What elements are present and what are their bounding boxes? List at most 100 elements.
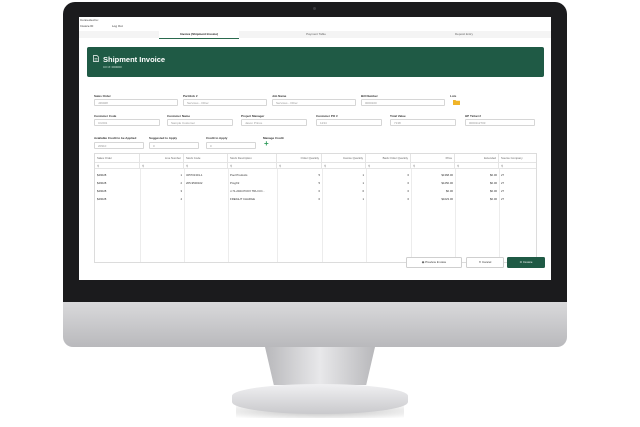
monitor-stand-neck — [265, 347, 375, 385]
part-job-input[interactable]: Services - Other — [183, 99, 267, 106]
cell-line-number: 3 — [180, 189, 182, 193]
suggested-apply-input[interactable]: 0 — [149, 142, 199, 149]
cell-order-quantity: 0 — [318, 189, 320, 193]
logout-link[interactable]: Log Out — [112, 24, 123, 28]
col-header-source-company[interactable]: Source Company — [499, 154, 536, 162]
search-icon: ⚲ — [279, 164, 282, 168]
cell-line-number: 1 — [180, 173, 182, 177]
job-name-label: Job Name — [272, 94, 287, 98]
total-value-input[interactable]: 7138 — [390, 119, 456, 126]
cell-extended: $0.00 — [490, 189, 497, 193]
hp-ticket-label: HP Ticket # — [465, 114, 482, 118]
project-manager-input[interactable]: Jason Prince — [241, 119, 307, 126]
app-screen: Connected to: Invoice ID Log Out Invoice… — [79, 17, 551, 280]
cell-invoice-quantity: 1 — [362, 173, 364, 177]
customer-po-label: Customer PO # — [316, 114, 338, 118]
col-header-invoice-quantity[interactable]: Invoice Quantity — [322, 154, 366, 162]
available-credit-label: Available Credit to be Applied — [94, 136, 137, 140]
cancel-button[interactable]: ✕ Cancel — [466, 257, 504, 268]
sales-order-input[interactable]: J49028 — [94, 99, 178, 106]
col-header-back-order-quantity[interactable]: Back Order Quantity — [366, 154, 411, 162]
cell-back-order-quantity: 0 — [407, 197, 409, 201]
filter-invoice-quantity[interactable]: ⚲ — [322, 162, 366, 169]
document-icon — [93, 55, 99, 62]
search-icon: ⚲ — [457, 164, 460, 168]
tab-invoice[interactable]: Invoice (Shipment Invoice) — [159, 31, 239, 39]
col-header-stock-description[interactable]: Stock Description — [228, 154, 277, 162]
filter-extended[interactable]: ⚲ — [455, 162, 499, 169]
preview-invoice-button[interactable]: ◉ Preview Invoice — [406, 257, 462, 268]
cell-back-order-quantity: 0 — [407, 173, 409, 177]
tab-payment-table[interactable]: Payment Table — [276, 31, 356, 38]
cell-stock-code: 325701301-1 — [186, 173, 203, 177]
cell-invoice-quantity: 1 — [362, 197, 364, 201]
search-icon: ⚲ — [97, 164, 100, 168]
cell-stock-description: FREIGHT CHARGE — [230, 197, 255, 201]
filter-sales-order[interactable]: ⚲ — [95, 162, 140, 169]
col-header-stock-code[interactable]: Stock Code — [184, 154, 228, 162]
cell-source-company: 27 — [501, 181, 505, 185]
search-icon: ⚲ — [230, 164, 233, 168]
filter-source-company[interactable]: ⚲ — [499, 162, 536, 169]
credit-apply-label: Credit to Apply — [206, 136, 228, 140]
cell-stock-description: ProgX2 — [230, 181, 240, 185]
cell-price: $1250.00 — [441, 181, 453, 185]
cell-sales-order: $49028 — [97, 189, 107, 193]
col-header-price[interactable]: Price — [411, 154, 455, 162]
cell-back-order-quantity: 0 — [407, 181, 409, 185]
cell-back-order-quantity: 0 — [407, 189, 409, 193]
hp-ticket-input[interactable]: 0000112703 — [465, 119, 535, 126]
cell-sales-order: $49028 — [97, 197, 107, 201]
credit-apply-input[interactable]: 0 — [206, 142, 256, 149]
cell-extended: $0.00 — [490, 181, 497, 185]
user-label: Invoice ID — [80, 24, 94, 28]
col-header-sales-order[interactable]: Sales Order — [95, 154, 140, 162]
project-manager-label: Project Manager — [241, 114, 265, 118]
search-icon: ⚲ — [501, 164, 504, 168]
customer-code-input[interactable]: CU001 — [94, 119, 160, 126]
filter-stock-code[interactable]: ⚲ — [184, 162, 228, 169]
invoice-button[interactable]: ⊙ Invoice — [507, 257, 545, 268]
search-icon: ⚲ — [186, 164, 189, 168]
job-name-input[interactable]: Services - Other — [272, 99, 356, 106]
cell-line-number: 2 — [180, 181, 182, 185]
available-credit-input[interactable]: 20910 — [94, 142, 144, 149]
filter-price[interactable]: ⚲ — [411, 162, 455, 169]
cell-sales-order: $49028 — [97, 181, 107, 185]
filter-stock-description[interactable]: ⚲ — [228, 162, 277, 169]
folder-icon[interactable] — [453, 99, 460, 105]
col-header-line-number[interactable]: Line Number — [140, 154, 184, 162]
camera-icon — [313, 7, 316, 10]
col-header-extended[interactable]: Extended — [455, 154, 499, 162]
cell-extended: $0.00 — [490, 197, 497, 201]
filter-back-order-quantity[interactable]: ⚲ — [366, 162, 411, 169]
customer-code-label: Customer Code — [94, 114, 117, 118]
cell-stock-code: 205-9500102 — [186, 181, 203, 185]
page-title: Shipment Invoice — [103, 55, 166, 64]
cancel-label: Cancel — [482, 260, 492, 264]
cell-order-quantity: 0 — [318, 197, 320, 201]
tab-deposit-entry[interactable]: Deposit Entry — [424, 31, 504, 38]
cell-source-company: 27 — [501, 197, 505, 201]
customer-po-input[interactable]: 1234 — [316, 119, 382, 126]
cell-price: $0.00 — [446, 189, 453, 193]
page-subtitle: CO #: 000000 — [103, 65, 122, 69]
invoice-label: Invoice — [522, 260, 533, 264]
filter-order-quantity[interactable]: ⚲ — [277, 162, 322, 169]
customer-name-label: Customer Name — [167, 114, 191, 118]
bill-number-input[interactable]: 0000100 — [361, 99, 445, 106]
search-icon: ⚲ — [368, 164, 371, 168]
col-header-order-quantity[interactable]: Order Quantity — [277, 154, 322, 162]
part-job-label: Part/Job # — [183, 94, 198, 98]
top-bar: Connected to: Invoice ID Log Out — [79, 17, 551, 32]
cell-price: $1368.00 — [441, 173, 453, 177]
add-credit-icon[interactable]: + — [264, 140, 269, 148]
invoice-lines-grid: Sales Order Line Number Stock Code Stock… — [94, 153, 537, 263]
filter-line-number[interactable]: ⚲ — [140, 162, 184, 169]
customer-name-input[interactable]: Sample Customer — [167, 119, 233, 126]
connection-label: Connected to: — [80, 18, 99, 22]
bill-number-label: Bill Number — [361, 94, 378, 98]
cell-extended: $0.00 — [490, 173, 497, 177]
tab-bar: Invoice (Shipment Invoice) Payment Table… — [79, 31, 551, 39]
search-icon: ⚲ — [413, 164, 416, 168]
